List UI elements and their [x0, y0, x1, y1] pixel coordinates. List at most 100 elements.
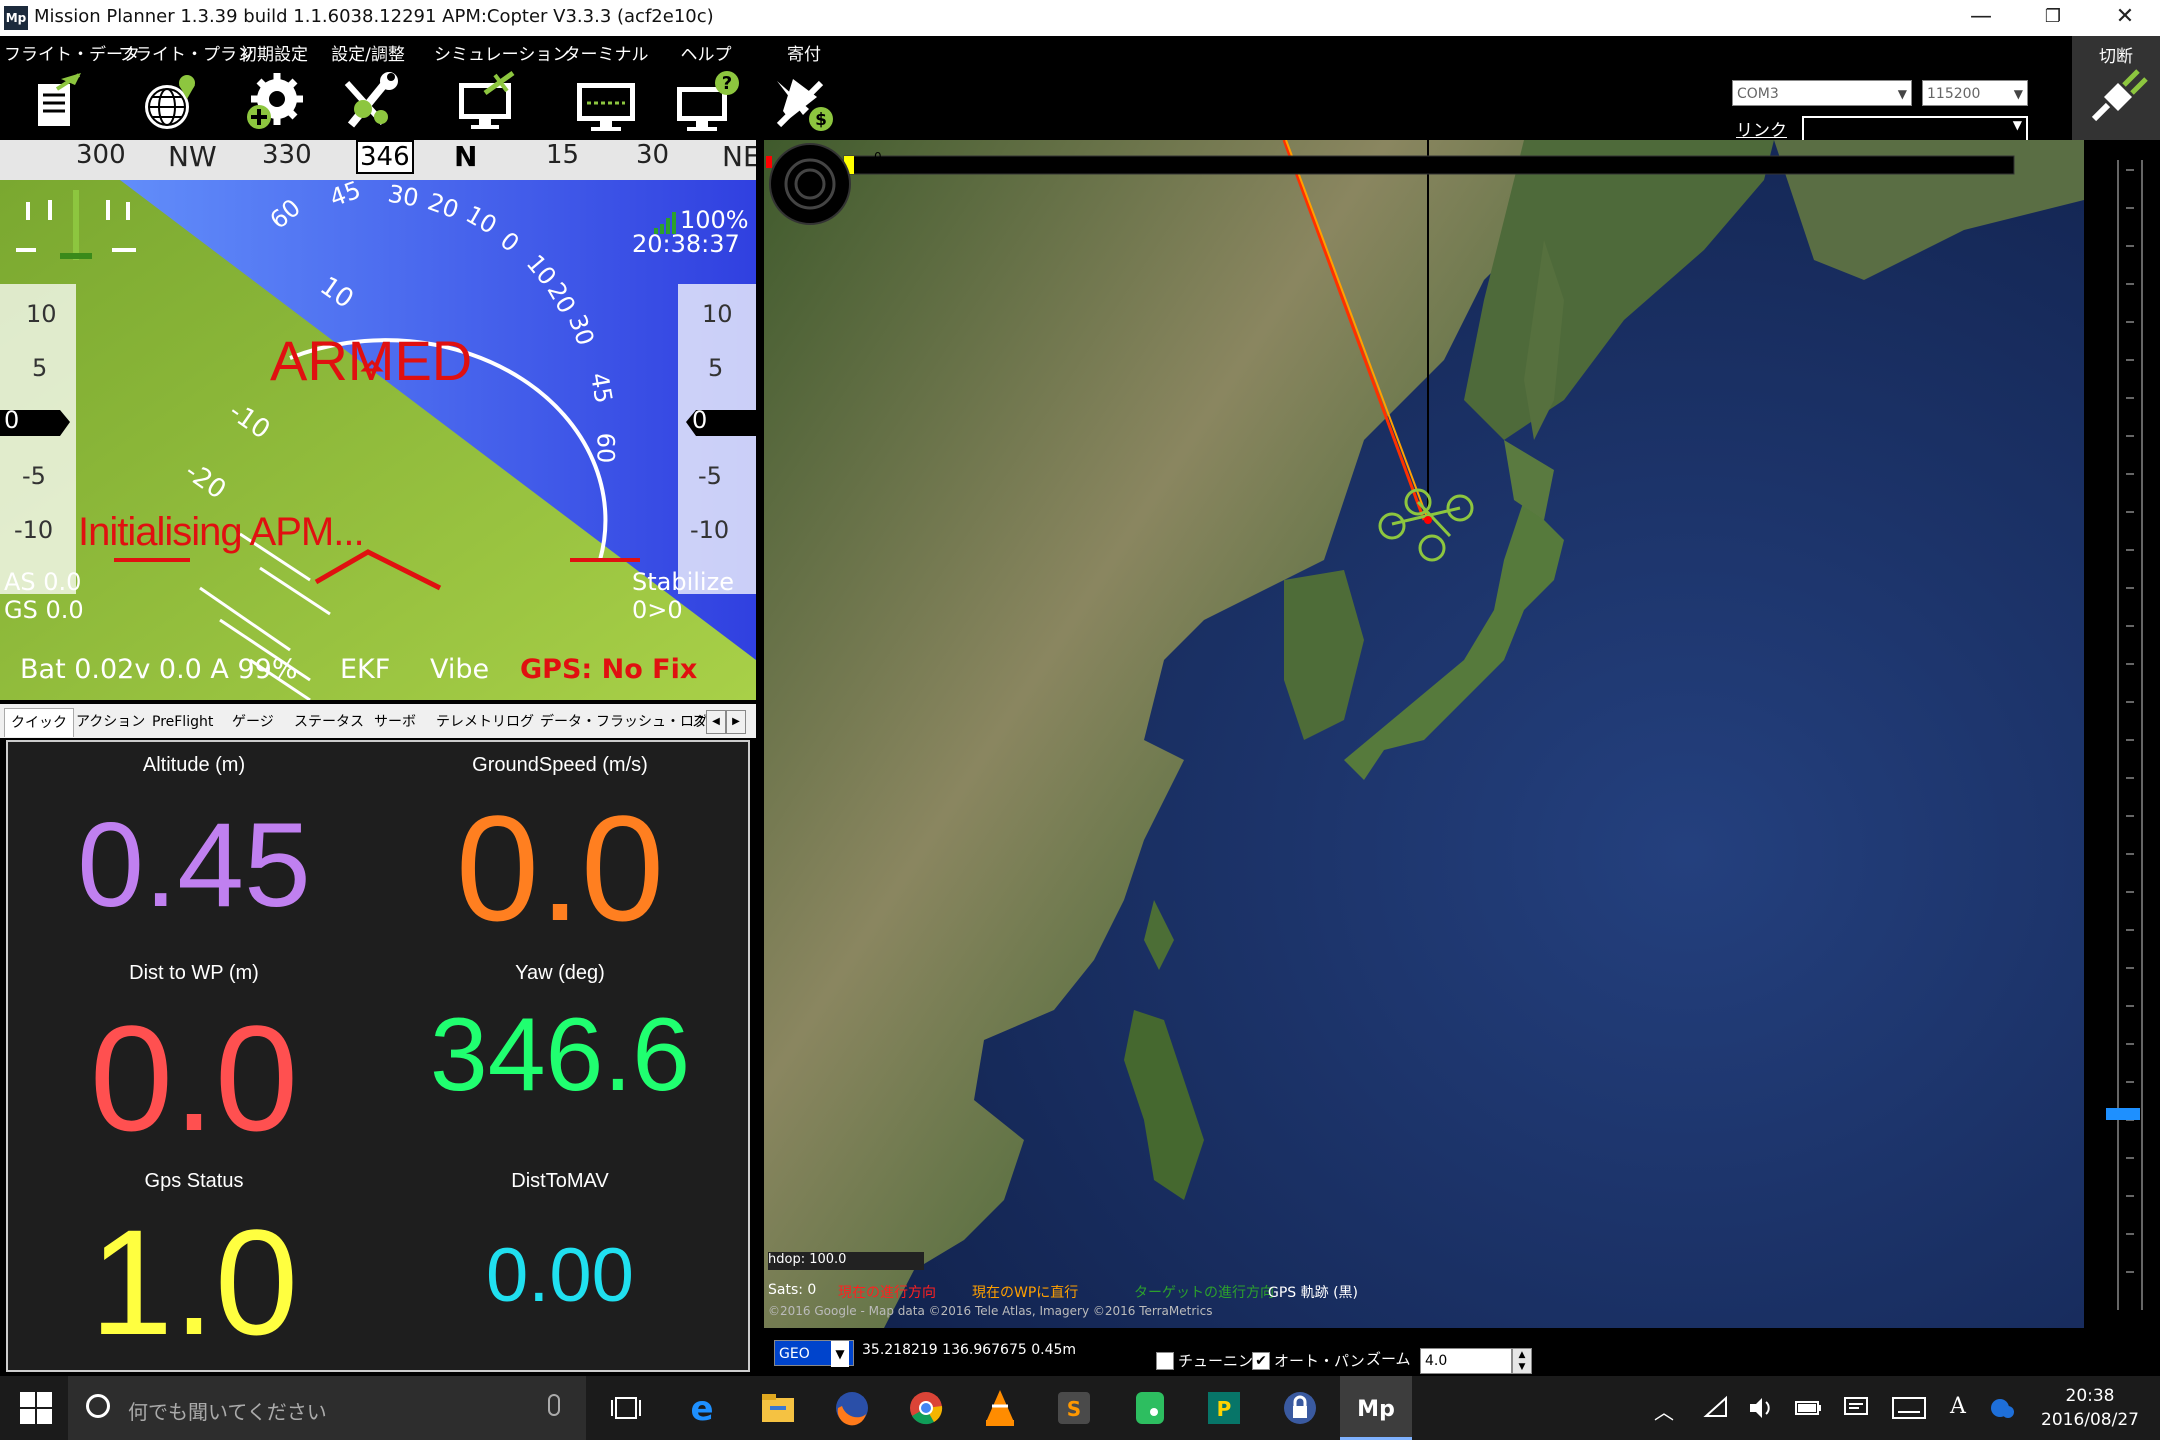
svg-text:S: S: [1067, 1397, 1081, 1421]
coordinate-readout: 35.218219 136.967675 0.45m: [862, 1342, 1077, 1358]
disconnect-button[interactable]: 切断: [2072, 36, 2160, 140]
mission-planner-taskbar-icon[interactable]: Mp: [1340, 1376, 1412, 1440]
notification-icon[interactable]: [1842, 1394, 1870, 1426]
vpn-lock-icon[interactable]: [1278, 1386, 1322, 1430]
plug-icon: [2091, 69, 2148, 122]
tab-gauges[interactable]: ゲージ: [226, 708, 280, 736]
initial-setup-icon: [247, 73, 303, 129]
ekf-status[interactable]: EKF: [340, 654, 390, 685]
keyboard-icon[interactable]: [1892, 1396, 1926, 1424]
menu-flight-data-label: フライト・データ: [4, 45, 140, 65]
svg-text:P: P: [1217, 1397, 1232, 1421]
map-copyright: ©2016 Google - Map data ©2016 Tele Atlas…: [768, 1304, 1213, 1318]
menu-donate[interactable]: 寄付 $: [752, 36, 856, 140]
menu-flight-data[interactable]: フライト・データ: [4, 36, 140, 140]
publisher-icon[interactable]: P: [1202, 1386, 1246, 1430]
coord-mode-select[interactable]: GEO ▼: [774, 1340, 854, 1367]
gps-status: GPS: No Fix: [520, 654, 698, 685]
tab-status[interactable]: ステータス: [288, 708, 370, 736]
menu-initial-setup[interactable]: 初期設定: [222, 36, 326, 140]
taskbar-date: 2016/08/27: [2041, 1410, 2139, 1430]
sublime-text-icon[interactable]: S: [1052, 1386, 1096, 1430]
autopan-label: オート・パン: [1274, 1352, 1365, 1370]
wifi-icon[interactable]: [1702, 1394, 1730, 1426]
menu-flight-plan-label: フライト・プラン: [118, 45, 254, 65]
left-tape-label: 5: [32, 354, 48, 382]
tab-scroll-left-icon[interactable]: ◀: [706, 710, 726, 734]
waypoint-progress: 0>0: [632, 596, 683, 624]
com-port-select[interactable]: COM3 ▼: [1732, 80, 1912, 106]
menu-help[interactable]: ヘルプ ?: [654, 36, 758, 140]
legend-heading: 現在の進行方向: [838, 1285, 936, 1301]
link-select[interactable]: ▼: [1802, 116, 2028, 142]
hud-time: 20:38:37: [632, 230, 740, 258]
airspeed: AS 0.0: [4, 568, 82, 596]
tray-overflow-icon[interactable]: ︿: [1654, 1396, 1674, 1425]
task-view-icon[interactable]: [604, 1386, 648, 1430]
zoom-label: ズーム: [1366, 1350, 1411, 1368]
battery-status: Bat 0.02v 0.0 A 99%: [20, 654, 298, 685]
cortana-icon: [86, 1394, 110, 1418]
tab-scroll-right-icon[interactable]: ▶: [726, 710, 746, 734]
menu-simulation[interactable]: シミュレーション: [434, 36, 570, 140]
gps-status-value: 1.0: [89, 1198, 299, 1366]
tuning-checkbox[interactable]: [1156, 1352, 1174, 1370]
dist-to-mav-label: DistToMAV: [511, 1170, 609, 1192]
close-button[interactable]: ✕: [2090, 0, 2160, 36]
left-tape-label: -5: [22, 462, 46, 490]
evernote-icon[interactable]: [1128, 1386, 1172, 1430]
main-menu-bar: フライト・データ フライト・プラン 初期設定 設定/調整 シミュレーション ター…: [0, 36, 2160, 142]
file-explorer-icon[interactable]: [756, 1386, 800, 1430]
title-bar: Mp Mission Planner 1.3.39 build 1.1.6038…: [0, 0, 2160, 37]
map-view[interactable]: 0 hdop: 100.0 Sats: 0 現在の進行方向 現在のWPに直行 タ…: [764, 140, 2084, 1328]
window-title: Mission Planner 1.3.39 build 1.1.6038.12…: [34, 6, 714, 27]
minimize-button[interactable]: —: [1946, 0, 2016, 36]
tab-actions[interactable]: アクション: [70, 708, 151, 736]
left-tape-current: 0: [4, 406, 20, 434]
ime-icon[interactable]: A: [1950, 1394, 1966, 1419]
edge-browser-icon[interactable]: e: [680, 1386, 724, 1430]
tab-telemetry-logs[interactable]: テレメトリログ: [430, 708, 540, 736]
svg-text:e: e: [690, 1389, 713, 1429]
hdop-value: hdop: 100.0: [768, 1252, 924, 1270]
microphone-icon[interactable]: [548, 1394, 560, 1416]
left-tape-label: 10: [26, 300, 57, 328]
status-message: Initialising APM...: [78, 510, 365, 554]
menu-terminal[interactable]: ターミナル: [554, 36, 658, 140]
menu-flight-plan[interactable]: フライト・プラン: [118, 36, 254, 140]
legend-wp: 現在のWPに直行: [972, 1285, 1079, 1301]
armed-status: ARMED: [270, 329, 473, 392]
restore-button[interactable]: ❐: [2018, 0, 2088, 36]
zoom-input[interactable]: 4.0: [1420, 1348, 1512, 1374]
legend-gps-track: GPS 軌跡 (黒): [1268, 1285, 1359, 1301]
volume-icon[interactable]: [1746, 1394, 1774, 1426]
throttle-value: 0: [874, 150, 882, 164]
help-icon: ?: [677, 71, 739, 131]
right-tape-label: 10: [702, 300, 733, 328]
groundspeed-label: GroundSpeed (m/s): [472, 754, 648, 776]
chrome-icon[interactable]: [904, 1386, 948, 1430]
vibe-status[interactable]: Vibe: [430, 654, 489, 685]
roll-label: 45: [584, 370, 618, 406]
vlc-icon[interactable]: [978, 1386, 1022, 1430]
zoom-stepper[interactable]: ▲ ▼: [1512, 1348, 1532, 1374]
cloud-sync-icon[interactable]: [1988, 1394, 2016, 1426]
chevron-down-icon: ▼: [831, 1341, 849, 1367]
right-tape-label: 5: [708, 354, 724, 382]
autopan-checkbox[interactable]: ✔: [1252, 1352, 1270, 1370]
baud-rate-select[interactable]: 115200 ▼: [1922, 80, 2028, 106]
windows-start-icon[interactable]: [20, 1392, 52, 1428]
battery-icon[interactable]: [1794, 1394, 1824, 1426]
taskbar-clock[interactable]: 20:38 2016/08/27: [2020, 1384, 2160, 1432]
tab-quick[interactable]: クイック: [4, 708, 74, 737]
menu-config-tuning[interactable]: 設定/調整: [316, 36, 420, 140]
firefox-icon[interactable]: [830, 1386, 874, 1430]
svg-text:$: $: [815, 110, 827, 130]
menu-simulation-label: シミュレーション: [434, 45, 570, 65]
groundspeed-value: 0.0: [455, 784, 665, 952]
config-tuning-icon: [344, 72, 398, 128]
hud-display[interactable]: 300 NW 330 346 N 15 30 NE 60 45 30 20 10…: [0, 140, 756, 700]
tab-preflight[interactable]: PreFlight: [146, 708, 219, 736]
tab-servo[interactable]: サーボ: [368, 708, 422, 736]
roll-label: 30: [385, 179, 421, 213]
